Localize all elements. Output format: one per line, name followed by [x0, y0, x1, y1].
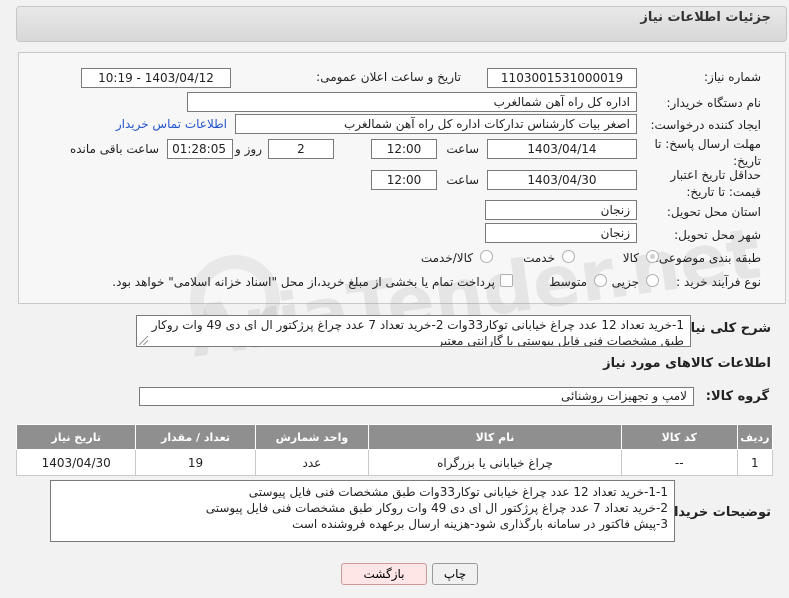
- page-title: جزئیات اطلاعات نیاز: [640, 10, 771, 25]
- category-radio-both[interactable]: [480, 250, 493, 263]
- category-radio-service[interactable]: [562, 250, 575, 263]
- process-label: نوع فرآیند خرید :: [676, 275, 761, 289]
- goods-group-field: لامپ و تجهیزات روشنائی: [139, 387, 694, 406]
- table-row: 1 -- چراغ خیابانی یا بزرگراه عدد 19 1403…: [15, 449, 774, 476]
- cell-quantity: 19: [135, 449, 256, 476]
- category-option-both: کالا/خدمت: [420, 251, 473, 265]
- print-button[interactable]: چاپ: [432, 563, 478, 585]
- description-label: شرح کلی نیاز:: [677, 321, 771, 336]
- need-number-label: شماره نیاز:: [704, 70, 761, 84]
- goods-table-wrapper: ردیف کد کالا نام کالا واحد شمارش تعداد /…: [15, 424, 774, 476]
- cell-name: چراغ خیابانی یا بزرگراه: [368, 449, 622, 476]
- deadline-days-label: روز و: [235, 142, 262, 156]
- process-radio-minor[interactable]: [646, 274, 659, 287]
- cell-row: 1: [736, 449, 774, 476]
- remaining-time-field: 01:28:05: [167, 139, 233, 159]
- province-label: استان محل تحویل:: [666, 205, 761, 219]
- goods-table: ردیف کد کالا نام کالا واحد شمارش تعداد /…: [15, 424, 774, 476]
- deadline-days-field: 2: [268, 139, 334, 159]
- treasury-note: پرداخت تمام یا بخشی از مبلغ خرید،از محل …: [112, 275, 495, 289]
- col-header-need-date: تاریخ نیاز: [15, 424, 137, 450]
- goods-section-title: اطلاعات کالاهای مورد نیاز: [603, 356, 771, 371]
- col-header-name: نام کالا: [368, 424, 622, 450]
- category-label: طبقه بندی موضوعی:: [654, 251, 761, 265]
- buyer-org-label: نام دستگاه خریدار:: [666, 96, 762, 110]
- creator-label: ایجاد کننده درخواست:: [650, 118, 761, 132]
- col-header-quantity: تعداد / مقدار: [135, 424, 256, 450]
- creator-field: اصغر بیات کارشناس تدارکات اداره کل راه آ…: [235, 114, 637, 134]
- validity-label: حداقل تاریخ اعتبار قیمت: تا تاریخ:: [670, 168, 761, 199]
- category-radio-goods[interactable]: [646, 250, 659, 263]
- resize-handle[interactable]: [139, 336, 148, 345]
- col-header-row: ردیف: [736, 424, 774, 450]
- city-field: زنجان: [485, 223, 637, 243]
- deadline-time-field: 12:00: [371, 139, 437, 159]
- treasury-checkbox[interactable]: [500, 274, 513, 287]
- category-option-goods: کالا: [622, 251, 639, 265]
- deadline-label: مهلت ارسال پاسخ: تا تاریخ:: [654, 137, 761, 168]
- cell-need-date: 1403/04/30: [15, 449, 137, 476]
- process-option-minor: جزیی: [611, 275, 639, 289]
- process-option-medium: متوسط: [549, 275, 587, 289]
- validity-time-label: ساعت: [446, 173, 479, 187]
- cell-unit: عدد: [254, 449, 370, 476]
- need-number-field: 1103001531000019: [487, 68, 637, 88]
- description-field: 1-خرید تعداد 12 عدد چراغ خیابانی توکار33…: [136, 315, 691, 347]
- deadline-time-label: ساعت: [446, 142, 479, 156]
- city-label: شهر محل تحویل:: [674, 228, 761, 242]
- buyer-org-field: اداره کل راه آهن شمالغرب: [187, 92, 637, 112]
- buyer-notes-field: 1-1-خرید تعداد 12 عدد چراغ خیابانی توکار…: [50, 480, 675, 542]
- announce-date-field: 1403/04/12 - 10:19: [81, 68, 231, 88]
- cell-code: --: [620, 449, 738, 476]
- buyer-notes-label: توضیحات خریدار:: [661, 505, 771, 520]
- category-option-service: خدمت: [523, 251, 555, 265]
- col-header-code: کد کالا: [620, 424, 738, 450]
- goods-group-label: گروه کالا:: [705, 389, 769, 404]
- announce-date-label: تاریخ و ساعت اعلان عمومی:: [316, 70, 461, 84]
- province-field: زنجان: [485, 200, 637, 220]
- col-header-unit: واحد شمارش: [254, 424, 370, 450]
- remaining-time-label: ساعت باقی مانده: [69, 142, 159, 156]
- validity-time-field: 12:00: [371, 170, 437, 190]
- buyer-contact-link[interactable]: اطلاعات تماس خریدار: [116, 117, 227, 131]
- validity-date-field: 1403/04/30: [487, 170, 637, 190]
- back-button[interactable]: بازگشت: [341, 563, 427, 585]
- deadline-date-field: 1403/04/14: [487, 139, 637, 159]
- process-radio-medium[interactable]: [594, 274, 607, 287]
